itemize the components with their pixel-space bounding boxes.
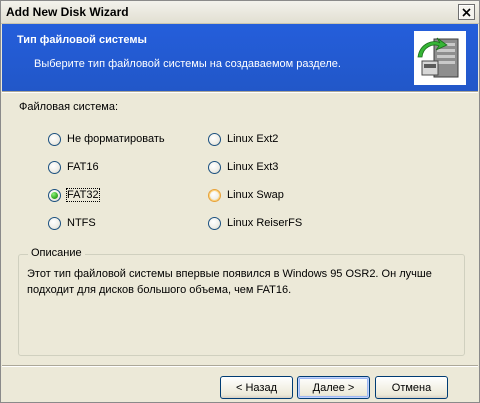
radio-label: Linux ReiserFS (227, 217, 303, 229)
radio-label: Linux Ext2 (227, 133, 279, 145)
radio-linux-ext2[interactable]: Linux Ext2 (208, 131, 278, 147)
radio-label: FAT16 (67, 161, 99, 173)
page-subtitle: Выберите тип файловой системы на создава… (34, 58, 341, 70)
title-bar[interactable]: Add New Disk Wizard (1, 1, 479, 24)
radio-label: FAT32 (66, 188, 100, 202)
wizard-window: Add New Disk Wizard Тип файловой системы… (0, 0, 480, 403)
next-button[interactable]: Далее > (297, 376, 370, 399)
radio-button[interactable] (208, 216, 221, 230)
description-legend: Описание (28, 247, 85, 259)
radio-fat32[interactable]: FAT32 (48, 187, 100, 203)
radio-label: Linux Swap (227, 189, 284, 201)
filesystem-label: Файловая система: (19, 101, 119, 113)
close-icon (462, 7, 471, 17)
radio-button[interactable] (208, 160, 221, 174)
disk-wizard-icon (414, 31, 466, 85)
header-divider (2, 91, 478, 93)
cancel-button[interactable]: Отмена (375, 376, 448, 399)
page-title: Тип файловой системы (17, 34, 147, 46)
window-title: Add New Disk Wizard (6, 5, 129, 19)
radio-no-format[interactable]: Не форматировать (48, 131, 165, 147)
description-text: Этот тип файловой системы впервые появил… (27, 268, 432, 296)
radio-button-checked[interactable] (48, 188, 61, 202)
radio-fat16[interactable]: FAT16 (48, 159, 99, 175)
radio-button[interactable] (208, 132, 221, 146)
radio-button[interactable] (48, 132, 61, 146)
radio-button[interactable] (48, 216, 61, 230)
radio-label: Linux Ext3 (227, 161, 279, 173)
radio-button[interactable] (48, 160, 61, 174)
next-button-label: Далее > (312, 381, 355, 394)
radio-button-hover[interactable] (208, 188, 221, 202)
footer-divider (2, 365, 478, 367)
radio-linux-ext3[interactable]: Linux Ext3 (208, 159, 278, 175)
wizard-header-banner: Тип файловой системы Выберите тип файлов… (2, 24, 478, 91)
back-button-label: < Назад (236, 381, 277, 394)
cancel-button-label: Отмена (391, 381, 432, 394)
radio-label: NTFS (67, 217, 96, 229)
back-button[interactable]: < Назад (220, 376, 293, 399)
radio-linux-reiserfs[interactable]: Linux ReiserFS (208, 215, 302, 231)
radio-checked-dot (51, 191, 58, 199)
radio-label: Не форматировать (67, 133, 165, 145)
radio-ntfs[interactable]: NTFS (48, 215, 96, 231)
close-button[interactable] (458, 4, 475, 20)
radio-linux-swap[interactable]: Linux Swap (208, 187, 284, 203)
